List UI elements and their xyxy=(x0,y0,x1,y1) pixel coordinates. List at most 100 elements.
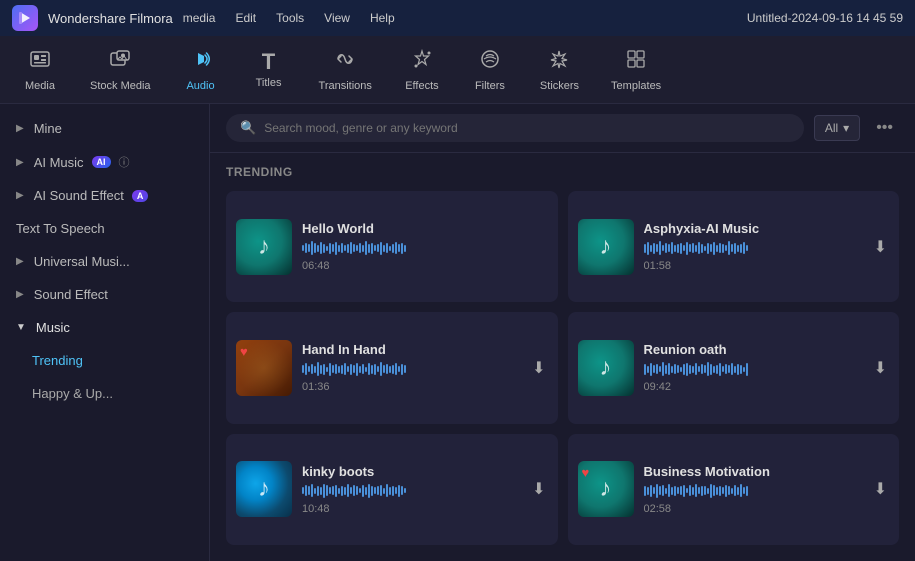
mine-arrow-icon: ▶ xyxy=(16,123,24,134)
toolbar-titles[interactable]: T Titles xyxy=(237,45,301,95)
audio-icon xyxy=(190,48,212,76)
sidebar-item-music[interactable]: ▼ Music xyxy=(0,311,209,344)
hand-in-hand-download-btn[interactable]: ⬇ xyxy=(530,356,547,380)
music-arrow-icon: ▼ xyxy=(16,322,26,333)
hello-world-info: Hello World 06:48 xyxy=(302,221,548,272)
sidebar-item-ai-sound-effect[interactable]: ▶ AI Sound Effect A xyxy=(0,179,209,212)
search-filter-button[interactable]: All ▾ xyxy=(814,115,860,141)
note-icon-6: ♪ xyxy=(600,475,612,503)
toolbar-effects[interactable]: Effects xyxy=(390,42,454,98)
sound-effect-arrow-icon: ▶ xyxy=(16,289,24,300)
heart-icon-2: ♥ xyxy=(582,465,590,480)
kinky-boots-download-btn[interactable]: ⬇ xyxy=(530,477,547,501)
music-card-reunion-oath[interactable]: ♪ Reunion oath 09:42 ⬇ xyxy=(568,312,900,423)
asphyxia-thumb: ♪ xyxy=(578,219,634,275)
reunion-duration: 09:42 xyxy=(644,381,862,393)
transitions-icon xyxy=(334,48,356,76)
menu-file[interactable]: media xyxy=(183,11,216,25)
toolbar-filters[interactable]: Filters xyxy=(458,42,522,98)
music-card-kinky-boots[interactable]: ♪ kinky boots 10:48 ⬇ xyxy=(226,434,558,545)
sidebar-item-universal-music[interactable]: ▶ Universal Musi... xyxy=(0,245,209,278)
music-card-business-motivation[interactable]: ♥ ♪ Business Motivation 02:58 ⬇ xyxy=(568,434,900,545)
transitions-label: Transitions xyxy=(319,80,372,92)
stickers-label: Stickers xyxy=(540,80,579,92)
media-label: Media xyxy=(25,80,55,92)
search-bar: 🔍 All ▾ ••• xyxy=(210,104,915,153)
kinky-boots-info: kinky boots 10:48 xyxy=(302,464,520,515)
sidebar-item-happy-up[interactable]: Happy & Up... xyxy=(0,377,209,410)
music-card-hello-world[interactable]: ♪ Hello World 06:48 xyxy=(226,191,558,302)
filters-icon xyxy=(479,48,501,76)
business-motivation-download-btn[interactable]: ⬇ xyxy=(872,477,889,501)
search-input[interactable] xyxy=(264,121,790,135)
reunion-info: Reunion oath 09:42 xyxy=(644,342,862,393)
reunion-thumb: ♪ xyxy=(578,340,634,396)
toolbar-media[interactable]: Media xyxy=(8,42,72,98)
ai-music-info-icon: ⓘ xyxy=(119,154,130,170)
stickers-icon xyxy=(548,48,570,76)
hand-in-hand-thumb: ♥ xyxy=(236,340,292,396)
toolbar-transitions[interactable]: Transitions xyxy=(305,42,386,98)
main-layout: ▶ Mine ▶ AI Music AI ⓘ ▶ AI Sound Effect… xyxy=(0,104,915,561)
hand-in-hand-waveform xyxy=(302,361,520,377)
sidebar-item-trending[interactable]: Trending xyxy=(0,344,209,377)
hand-in-hand-duration: 01:36 xyxy=(302,381,520,393)
media-icon xyxy=(29,48,51,76)
templates-label: Templates xyxy=(611,80,661,92)
music-card-asphyxia[interactable]: ♪ Asphyxia-AI Music 01:58 ⬇ xyxy=(568,191,900,302)
sidebar-universal-music-label: Universal Musi... xyxy=(34,254,130,269)
kinky-boots-actions: ⬇ xyxy=(530,477,547,501)
reunion-waveform xyxy=(644,361,862,377)
asphyxia-download-btn[interactable]: ⬇ xyxy=(872,235,889,259)
note-icon-2: ♪ xyxy=(600,233,612,261)
hello-world-duration: 06:48 xyxy=(302,260,548,272)
music-card-hand-in-hand[interactable]: ♥ Hand In Hand 01:36 ⬇ xyxy=(226,312,558,423)
universal-music-arrow-icon: ▶ xyxy=(16,256,24,267)
reunion-actions: ⬇ xyxy=(872,356,889,380)
audio-label: Audio xyxy=(186,80,214,92)
project-name: Untitled-2024-09-16 14 45 59 xyxy=(747,11,903,25)
stock-media-icon xyxy=(109,48,131,76)
menu-tools[interactable]: Tools xyxy=(276,11,304,25)
menu-view[interactable]: View xyxy=(324,11,350,25)
toolbar: Media Stock Media Audio T Titles xyxy=(0,36,915,104)
asphyxia-duration: 01:58 xyxy=(644,260,862,272)
search-input-wrapper: 🔍 xyxy=(226,114,804,142)
menu-help[interactable]: Help xyxy=(370,11,395,25)
text-to-speech-label: Text To Speech xyxy=(16,221,105,236)
heart-icon: ♥ xyxy=(240,344,248,359)
effects-icon xyxy=(411,48,433,76)
music-grid: ♪ Hello World 06:48 ♪ Asphyxia-AI Music xyxy=(210,185,915,561)
toolbar-stock-media[interactable]: Stock Media xyxy=(76,42,165,98)
toolbar-audio[interactable]: Audio xyxy=(169,42,233,98)
ai-music-badge: AI xyxy=(92,156,111,168)
search-more-button[interactable]: ••• xyxy=(870,115,899,141)
hand-in-hand-actions: ⬇ xyxy=(530,356,547,380)
business-motivation-duration: 02:58 xyxy=(644,503,862,515)
business-motivation-title: Business Motivation xyxy=(644,464,862,479)
happy-up-label: Happy & Up... xyxy=(32,386,113,401)
reunion-download-btn[interactable]: ⬇ xyxy=(872,356,889,380)
search-icon: 🔍 xyxy=(240,120,256,136)
filter-label: All xyxy=(825,121,838,135)
trending-heading: TRENDING xyxy=(226,165,293,179)
sidebar-music-label: Music xyxy=(36,320,70,335)
asphyxia-waveform xyxy=(644,240,862,256)
reunion-title: Reunion oath xyxy=(644,342,862,357)
hand-in-hand-title: Hand In Hand xyxy=(302,342,520,357)
kinky-boots-duration: 10:48 xyxy=(302,503,520,515)
toolbar-templates[interactable]: Templates xyxy=(597,42,675,98)
filter-chevron-icon: ▾ xyxy=(843,121,849,135)
sidebar-item-text-to-speech[interactable]: Text To Speech xyxy=(0,212,209,245)
menu-edit[interactable]: Edit xyxy=(235,11,256,25)
sidebar-item-sound-effect[interactable]: ▶ Sound Effect xyxy=(0,278,209,311)
toolbar-stickers[interactable]: Stickers xyxy=(526,42,593,98)
templates-icon xyxy=(625,48,647,76)
title-bar-menu: media Edit Tools View Help xyxy=(183,11,395,25)
sidebar: ▶ Mine ▶ AI Music AI ⓘ ▶ AI Sound Effect… xyxy=(0,104,210,561)
sidebar-ai-music-label: AI Music xyxy=(34,155,84,170)
kinky-boots-title: kinky boots xyxy=(302,464,520,479)
sidebar-item-ai-music[interactable]: ▶ AI Music AI ⓘ xyxy=(0,145,209,179)
sidebar-item-mine[interactable]: ▶ Mine xyxy=(0,112,209,145)
filters-label: Filters xyxy=(475,80,505,92)
